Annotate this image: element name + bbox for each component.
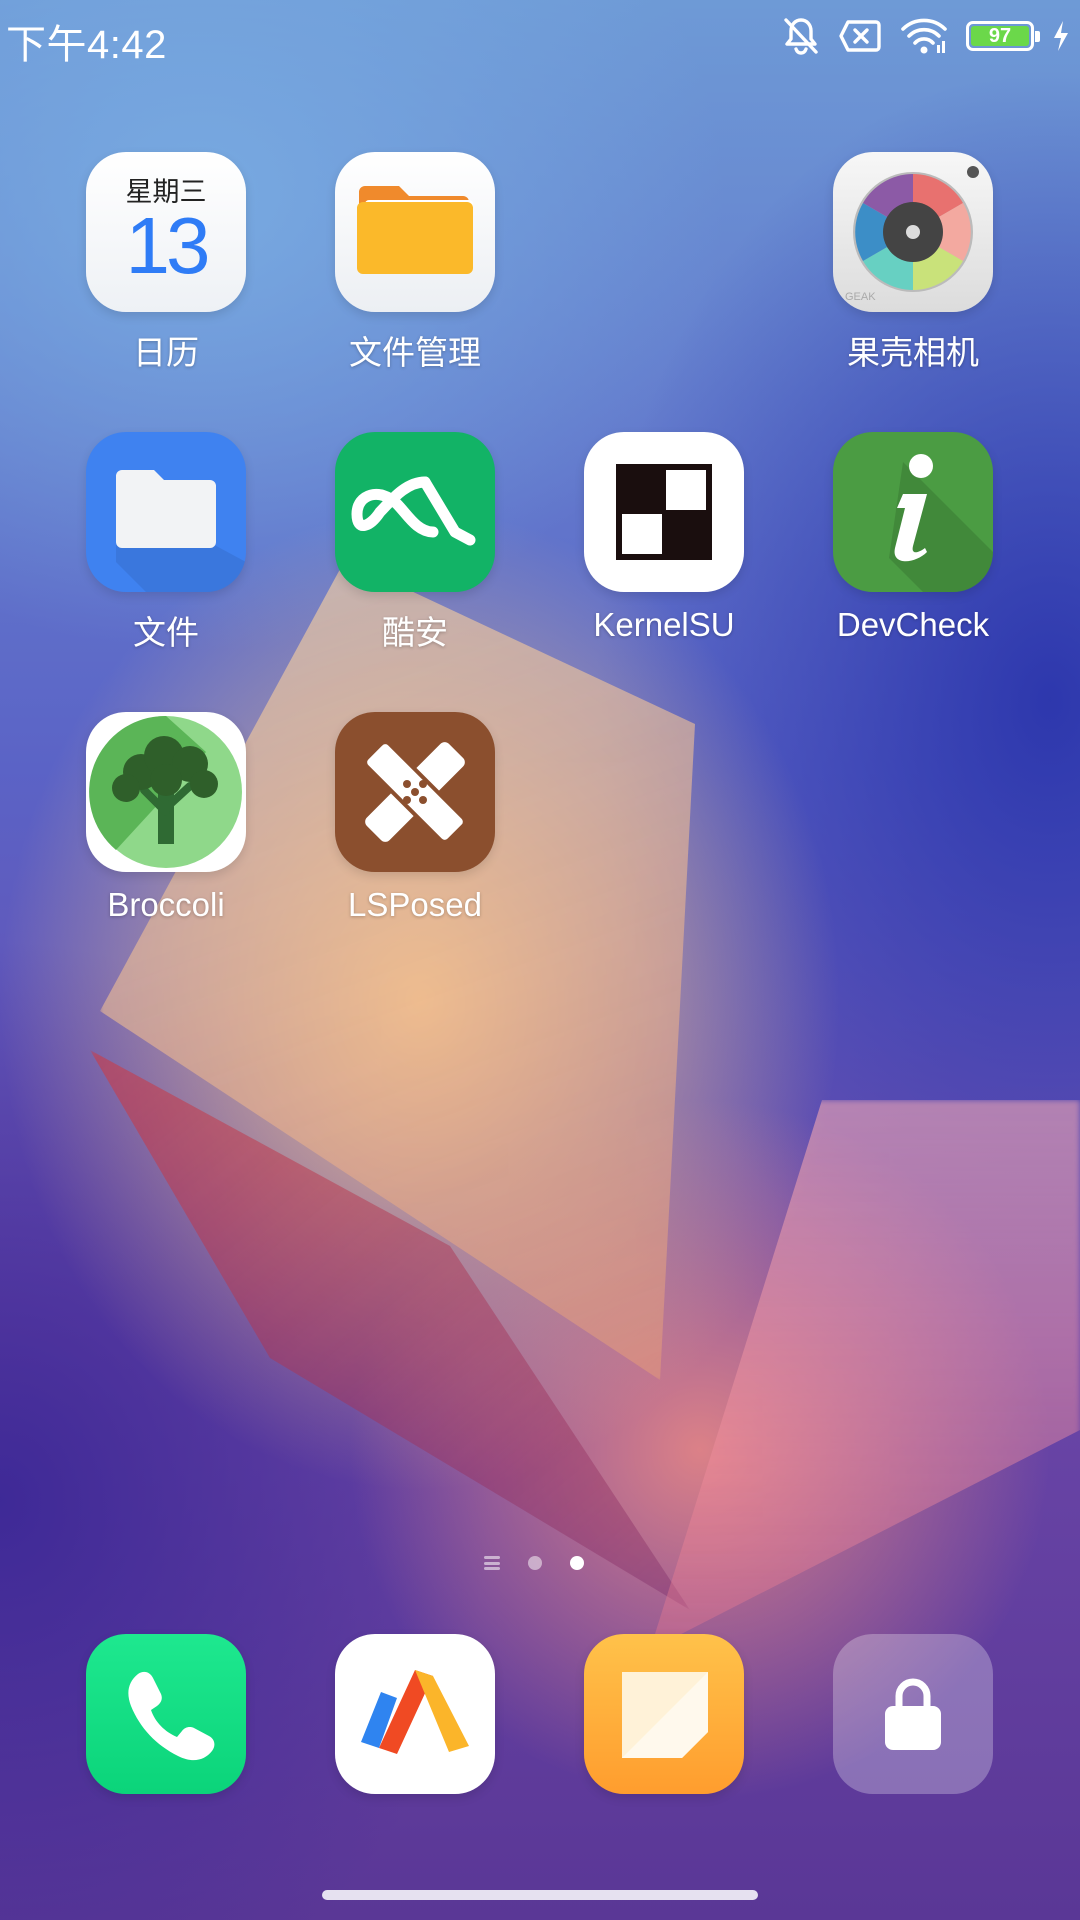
dock-phone[interactable] bbox=[66, 1634, 266, 1794]
app-label: 文件 bbox=[133, 614, 199, 651]
charging-icon bbox=[1054, 21, 1068, 51]
battery-level: 97 bbox=[988, 25, 1012, 47]
no-sim-icon bbox=[839, 20, 881, 52]
calendar-day: 13 bbox=[125, 201, 211, 290]
app-label: Broccoli bbox=[107, 886, 225, 923]
lock-icon bbox=[833, 1634, 993, 1794]
dock-notes[interactable] bbox=[564, 1634, 764, 1794]
app-geak-camera[interactable]: GEAK 果壳相机 bbox=[813, 152, 1013, 374]
browser-icon bbox=[335, 1634, 495, 1794]
app-label: 文件管理 bbox=[349, 334, 481, 371]
devcheck-icon bbox=[833, 432, 993, 592]
phone-icon bbox=[86, 1634, 246, 1794]
wifi-icon bbox=[901, 18, 947, 54]
app-file-manager[interactable]: 文件管理 bbox=[315, 152, 515, 374]
app-coolapk[interactable]: 酷安 bbox=[315, 432, 515, 654]
status-icons: 97 bbox=[782, 14, 1070, 58]
app-calendar[interactable]: 星期三 13 日历 bbox=[66, 152, 266, 374]
battery-icon: 97 bbox=[966, 21, 1040, 51]
app-kernelsu[interactable]: KernelSU bbox=[564, 432, 764, 644]
app-devcheck[interactable]: DevCheck bbox=[813, 432, 1013, 644]
menu-icon[interactable] bbox=[484, 1556, 500, 1570]
app-broccoli[interactable]: Broccoli bbox=[66, 712, 266, 924]
calendar-icon: 星期三 13 bbox=[86, 152, 246, 312]
lsposed-icon bbox=[335, 712, 495, 872]
app-label: 酷安 bbox=[382, 614, 448, 651]
app-lsposed[interactable]: LSPosed bbox=[315, 712, 515, 924]
kernelsu-icon bbox=[584, 432, 744, 592]
camera-brand: GEAK bbox=[845, 291, 876, 303]
files-icon bbox=[86, 432, 246, 592]
camera-icon: GEAK bbox=[833, 152, 993, 312]
app-label: 日历 bbox=[133, 334, 199, 371]
dock-lock[interactable] bbox=[813, 1634, 1013, 1794]
app-files[interactable]: 文件 bbox=[66, 432, 266, 654]
broccoli-icon bbox=[86, 712, 246, 872]
mute-icon bbox=[784, 18, 818, 55]
page-dot-active[interactable] bbox=[570, 1556, 584, 1570]
status-bar: 下午4:42 97 bbox=[0, 0, 1080, 70]
coolapk-icon bbox=[335, 432, 495, 592]
app-label: KernelSU bbox=[593, 606, 735, 643]
app-label: DevCheck bbox=[836, 606, 990, 643]
file-manager-icon bbox=[335, 152, 495, 312]
app-label: 果壳相机 bbox=[847, 334, 979, 371]
app-label: LSPosed bbox=[348, 886, 482, 923]
dock-browser[interactable] bbox=[315, 1634, 515, 1794]
page-dot[interactable] bbox=[528, 1556, 542, 1570]
status-time: 下午4:42 bbox=[6, 23, 167, 67]
notes-icon bbox=[584, 1634, 744, 1794]
page-indicator bbox=[484, 1556, 584, 1570]
home-gesture-bar[interactable] bbox=[322, 1890, 758, 1900]
